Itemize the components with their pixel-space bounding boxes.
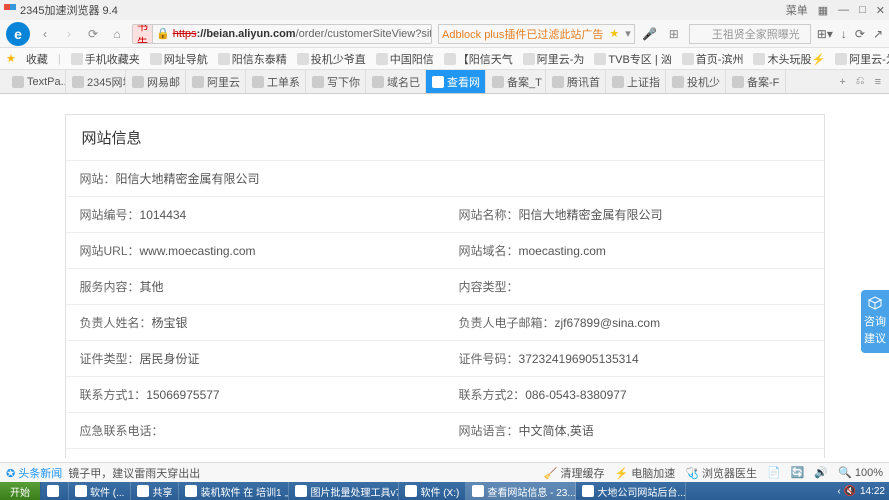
tab[interactable]: 查看网× [426, 70, 486, 93]
app-title: 2345加速浏览器 9.4 [20, 2, 118, 18]
menu-button[interactable]: 菜单 [786, 2, 808, 18]
bookmark-item[interactable]: 中国阳信 [376, 51, 434, 67]
tab[interactable]: 备案-F [726, 70, 786, 93]
mic-icon[interactable]: 🎤 [641, 25, 659, 43]
grid-icon[interactable]: ⊞▾ [817, 27, 833, 41]
info-cell: 网站语言：中文简体,英语 [445, 413, 824, 449]
zoom-level[interactable]: 🔍 100% [838, 466, 883, 479]
info-cell: 网站域名：moecasting.com [445, 233, 824, 269]
bookmark-item[interactable]: TVB专区 | 汹 [594, 51, 671, 67]
bookmark-item[interactable]: 木头玩股⚡ [753, 51, 825, 67]
reload-button[interactable]: ⟳ [84, 25, 102, 43]
info-cell: 负责人电子邮箱：zjf67899@sina.com [445, 305, 824, 341]
bookmark-item[interactable]: 【阳信天气 [444, 51, 513, 67]
info-cell: 网站名称：阳信大地精密金属有限公司 [445, 197, 824, 233]
taskbar-item[interactable]: 共享 [131, 482, 179, 500]
address-bar[interactable]: 证书失效 🔒 https://beian.aliyun.com/order/cu… [132, 24, 432, 44]
tab[interactable]: 腾讯首 [546, 70, 606, 93]
bookmark-item[interactable]: 首页-滨州 [682, 51, 744, 67]
tab[interactable]: 域名已 [366, 70, 426, 93]
taskbar-item[interactable]: 图片批量处理工具v7.0 ... [289, 482, 399, 500]
tab[interactable]: 上证指 [606, 70, 666, 93]
new-tab-button[interactable]: + [839, 76, 845, 88]
start-button[interactable]: 开始 [0, 482, 41, 500]
tab[interactable]: TextPa.. [6, 70, 66, 93]
info-cell: 备注信息： [66, 449, 824, 459]
back-button[interactable]: ‹ [36, 25, 54, 43]
tab[interactable]: 网易邮 [126, 70, 186, 93]
taskbar-item[interactable] [41, 482, 69, 500]
info-cell: 联系方式1：15066975577 [66, 377, 445, 413]
feedback-widget[interactable]: 咨询建议 [861, 290, 889, 353]
close-icon[interactable]: ✕ [876, 4, 885, 17]
status-icon[interactable]: 📄 [767, 466, 781, 479]
chevron-down-icon[interactable]: ▾ [622, 27, 634, 40]
bookmark-item[interactable]: 手机收藏夹 [71, 51, 140, 67]
info-cell: 应急联系电话： [66, 413, 445, 449]
info-cell: 网站：阳信大地精密金属有限公司 [66, 161, 824, 197]
corner-logo [4, 4, 16, 16]
taskbar-item[interactable]: 大地公司网站后台... [576, 482, 686, 500]
favorites-label[interactable]: 收藏 [26, 51, 48, 67]
star-icon[interactable]: ★ [606, 27, 622, 40]
favorites-icon[interactable]: ★ [6, 52, 16, 65]
home-button[interactable]: ⌂ [108, 25, 126, 43]
status-icon[interactable]: 🔄 [791, 466, 805, 479]
tab[interactable]: 写下你 [306, 70, 366, 93]
info-cell: 服务内容：其他 [66, 269, 445, 305]
bookmark-item[interactable]: 阿里云-为 [835, 51, 889, 67]
lock-icon: 🔒 [153, 27, 173, 40]
info-cell: 网站URL：www.moecasting.com [66, 233, 445, 269]
tab[interactable]: 2345网址 [66, 70, 126, 93]
adblock-badge[interactable]: Adblock plus插件已过滤此站广告 ★ ▾ [438, 24, 635, 44]
cube-icon [867, 296, 883, 310]
clock[interactable]: 14:22 [860, 486, 885, 497]
search-placeholder: 王祖贤全家照曝光 [712, 26, 800, 42]
more-icon[interactable]: ↗ [873, 27, 883, 41]
info-cell: 联系方式2：086-0543-8380977 [445, 377, 824, 413]
tray-icons[interactable]: ‹ 🔇 [837, 486, 856, 497]
bookmark-item[interactable]: 阳信东泰精 [218, 51, 287, 67]
baidu-icon [694, 27, 708, 41]
taskbar-item[interactable]: 装机软件 在 培训1 上 [179, 482, 289, 500]
tab[interactable]: 工单系 [246, 70, 306, 93]
search-box[interactable]: 王祖贤全家照曝光 [689, 24, 811, 44]
status-tool[interactable]: 🩺 浏览器医生 [685, 465, 757, 481]
bookmark-item[interactable]: 阿里云-为 [523, 51, 585, 67]
bookmark-item[interactable]: 网址导航 [150, 51, 208, 67]
adblock-text: Adblock plus插件已过滤此站广告 [439, 26, 606, 42]
browser-logo: e [6, 22, 30, 46]
grid-menu-icon[interactable]: ▦ [818, 4, 828, 17]
feedback-text: 咨询建议 [864, 316, 886, 345]
info-cell: 负责人姓名：杨宝银 [66, 305, 445, 341]
refresh-icon[interactable]: ⟳ [855, 27, 865, 41]
news-icon[interactable]: ✪ 头条新闻 [6, 465, 62, 481]
url-text: https://beian.aliyun.com/order/customerS… [173, 28, 432, 40]
info-cell: 网站编号：1014434 [66, 197, 445, 233]
scan-icon[interactable]: ⊞ [665, 25, 683, 43]
tab[interactable]: 备案_T [486, 70, 546, 93]
tab[interactable]: 投机少 [666, 70, 726, 93]
taskbar-item[interactable]: 查看网站信息 - 23... [466, 482, 576, 500]
tab[interactable]: 阿里云 [186, 70, 246, 93]
status-icon[interactable]: 🔊 [814, 466, 828, 479]
download-icon[interactable]: ↓ [841, 27, 847, 41]
tab-list-button[interactable]: ≡ [875, 76, 881, 88]
card-title: 网站信息 [66, 115, 824, 160]
minimize-icon[interactable]: — [838, 4, 849, 16]
maximize-icon[interactable]: □ [859, 4, 866, 16]
status-tool[interactable]: ⚡ 电脑加速 [614, 465, 675, 481]
cert-badge: 证书失效 [133, 24, 153, 44]
taskbar-item[interactable]: 软件 (... [69, 482, 131, 500]
info-cell: 证件号码：372324196905135314 [445, 341, 824, 377]
info-cell: 内容类型： [445, 269, 824, 305]
news-ticker[interactable]: 镜子甲，建议雷雨天穿出出 [68, 465, 200, 481]
taskbar-item[interactable]: 软件 (X:) [399, 482, 466, 500]
status-tool[interactable]: 🧹 清理缓存 [544, 465, 605, 481]
bookmark-item[interactable]: 投机少爷直 [297, 51, 366, 67]
info-cell: 证件类型：居民身份证 [66, 341, 445, 377]
forward-button[interactable]: › [60, 25, 78, 43]
restore-tab-button[interactable]: ⎌ [856, 75, 865, 88]
